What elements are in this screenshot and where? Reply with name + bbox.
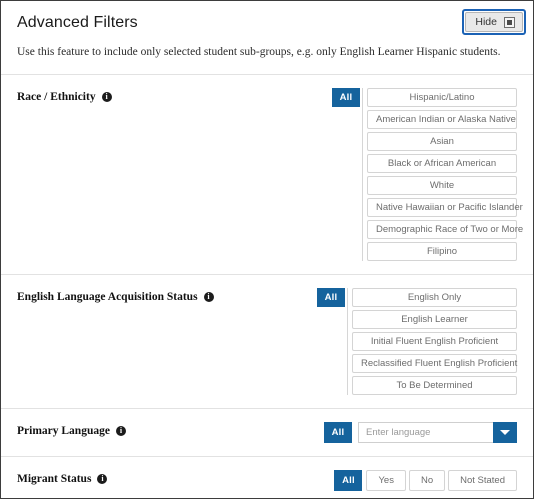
controls-race-ethnicity: All Hispanic/Latino American Indian or A…	[332, 88, 523, 261]
option-button[interactable]: Asian	[367, 132, 517, 151]
option-button[interactable]: Native Hawaiian or Pacific Islander	[367, 198, 523, 217]
option-button[interactable]: Hispanic/Latino	[367, 88, 517, 107]
option-button[interactable]: Reclassified Fluent English Proficient	[352, 354, 517, 373]
controls-english-language-acquisition-status: All English Only English Learner Initial…	[317, 288, 517, 395]
collapse-square-icon	[504, 16, 515, 28]
divider	[362, 88, 363, 261]
option-button[interactable]: Initial Fluent English Proficient	[352, 332, 517, 351]
info-icon[interactable]: i	[115, 426, 126, 436]
section-label-race-ethnicity: Race / Ethnicity i	[17, 88, 112, 104]
option-button[interactable]: American Indian or Alaska Native	[367, 110, 517, 129]
chevron-down-icon[interactable]	[493, 422, 517, 443]
all-button-primary-language[interactable]: All	[324, 422, 352, 443]
option-list-english-language-acquisition-status: English Only English Learner Initial Flu…	[352, 288, 517, 395]
info-icon[interactable]: i	[101, 92, 112, 102]
controls-primary-language: All	[324, 422, 517, 443]
section-title-race-ethnicity: Race / Ethnicity	[17, 91, 96, 103]
section-title-migrant-status: Migrant Status	[17, 473, 92, 485]
divider	[347, 288, 348, 395]
panel-header: Advanced Filters Use this feature to inc…	[1, 1, 533, 60]
page-title: Advanced Filters	[17, 14, 138, 31]
section-race-ethnicity: Race / Ethnicity i All Hispanic/Latino A…	[1, 74, 533, 274]
primary-language-input[interactable]	[358, 422, 493, 443]
option-button[interactable]: Black or African American	[367, 154, 517, 173]
hide-button[interactable]: Hide	[465, 12, 523, 32]
section-migrant-status: Migrant Status i All Yes No Not Stated	[1, 456, 533, 498]
option-button[interactable]: No	[408, 470, 446, 491]
hide-button-label: Hide	[475, 16, 497, 28]
info-icon[interactable]: i	[97, 474, 108, 484]
advanced-filters-panel: Advanced Filters Use this feature to inc…	[0, 0, 534, 499]
section-primary-language: Primary Language i All	[1, 408, 533, 456]
controls-migrant-status: All Yes No Not Stated	[334, 470, 517, 491]
option-button[interactable]: Filipino	[367, 242, 517, 261]
info-icon[interactable]: i	[203, 292, 214, 302]
section-label-migrant-status: Migrant Status i	[17, 470, 108, 486]
section-label-english-language-acquisition-status: English Language Acquisition Status i	[17, 288, 214, 304]
option-button[interactable]: English Only	[352, 288, 517, 307]
option-button[interactable]: White	[367, 176, 517, 195]
primary-language-field	[358, 422, 517, 443]
section-title-primary-language: Primary Language	[17, 425, 110, 437]
migrant-status-button-group: All Yes No Not Stated	[334, 470, 517, 491]
hide-button-focus-ring: Hide	[462, 9, 526, 35]
option-button[interactable]: Yes	[366, 470, 406, 491]
all-button-race-ethnicity[interactable]: All	[332, 88, 360, 107]
all-button-migrant-status[interactable]: All	[334, 470, 363, 491]
panel-description: Use this feature to include only selecte…	[17, 46, 501, 58]
option-button[interactable]: English Learner	[352, 310, 517, 329]
all-button-english-language-acquisition-status[interactable]: All	[317, 288, 345, 307]
section-english-language-acquisition-status: English Language Acquisition Status i Al…	[1, 274, 533, 408]
option-button[interactable]: To Be Determined	[352, 376, 517, 395]
option-list-race-ethnicity: Hispanic/Latino American Indian or Alask…	[367, 88, 523, 261]
section-title-english-language-acquisition-status: English Language Acquisition Status	[17, 291, 198, 303]
option-button[interactable]: Demographic Race of Two or More	[367, 220, 523, 239]
option-button[interactable]: Not Stated	[448, 470, 517, 491]
section-label-primary-language: Primary Language i	[17, 422, 126, 438]
